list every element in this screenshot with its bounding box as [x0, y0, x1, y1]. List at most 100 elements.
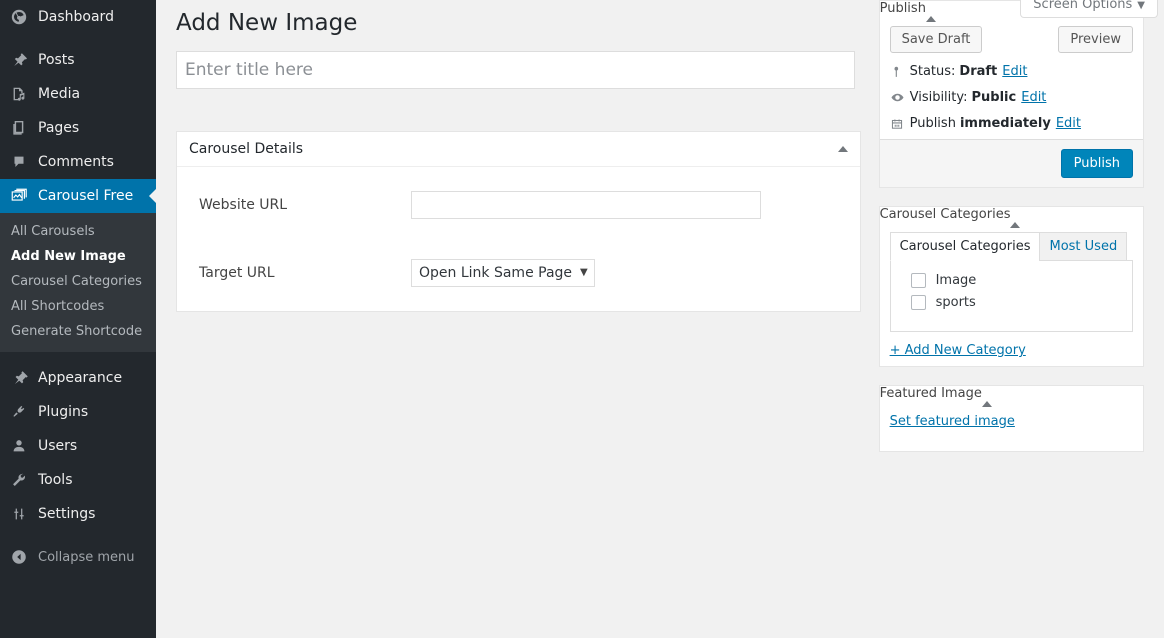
publish-actions-row: Save Draft Preview	[890, 26, 1133, 53]
sidebar-item-comments[interactable]: Comments	[0, 145, 156, 179]
target-url-select[interactable]: Open Link Same Page ▼	[411, 259, 595, 287]
target-url-label: Target URL	[189, 265, 411, 281]
media-icon	[9, 84, 29, 104]
save-draft-button[interactable]: Save Draft	[890, 26, 983, 53]
toggle-up-icon[interactable]	[1010, 207, 1020, 228]
post-title-input[interactable]	[176, 51, 855, 89]
sidebar-item-dashboard[interactable]: Dashboard	[0, 0, 156, 34]
screen-options-button[interactable]: Screen Options ▼	[1020, 0, 1158, 18]
visibility-row: Visibility: Public Edit	[890, 90, 1133, 105]
status-label: Status:	[910, 64, 956, 79]
status-edit-link[interactable]: Edit	[1002, 64, 1027, 79]
submenu-item-carousel-categories[interactable]: Carousel Categories	[0, 269, 156, 294]
set-featured-image-link[interactable]: Set featured image	[890, 414, 1015, 429]
sidebar-item-label: Plugins	[38, 404, 88, 420]
publish-date-label: Publish	[910, 116, 956, 131]
publish-date-value: immediately	[960, 116, 1051, 131]
category-checklist-panel: Image sports	[890, 260, 1133, 332]
main-column: Add New Image Carousel Details Website U…	[176, 0, 861, 470]
sidebar-item-plugins[interactable]: Plugins	[0, 395, 156, 429]
content-area: Screen Options ▼ Add New Image Carousel D…	[156, 0, 1164, 638]
carousel-submenu: All Carousels Add New Image Carousel Cat…	[0, 213, 156, 352]
preview-button[interactable]: Preview	[1058, 26, 1133, 53]
category-checkbox-image[interactable]	[911, 273, 926, 288]
side-column: Publish Save Draft Preview Status:	[879, 0, 1144, 470]
tab-most-used[interactable]: Most Used	[1039, 232, 1127, 261]
sidebar-item-carousel-free[interactable]: Carousel Free	[0, 179, 156, 213]
screen-options-label: Screen Options	[1033, 0, 1132, 12]
status-row: Status: Draft Edit	[890, 64, 1133, 79]
category-label: Image	[936, 273, 977, 288]
category-label: sports	[936, 295, 976, 310]
settings-icon	[9, 504, 29, 524]
toggle-up-icon[interactable]	[926, 1, 936, 22]
toggle-up-icon[interactable]	[982, 386, 992, 407]
admin-page: Dashboard Posts Media Pages Commen	[0, 0, 1164, 638]
visibility-value: Public	[972, 90, 1017, 105]
sidebar-item-settings[interactable]: Settings	[0, 497, 156, 531]
submenu-item-all-shortcodes[interactable]: All Shortcodes	[0, 294, 156, 319]
website-url-label: Website URL	[189, 197, 411, 213]
publish-date-edit-link[interactable]: Edit	[1056, 116, 1081, 131]
featured-image-header[interactable]: Featured Image	[880, 386, 1143, 401]
sidebar-item-pages[interactable]: Pages	[0, 111, 156, 145]
eye-icon	[890, 90, 910, 105]
submenu-item-all-carousels[interactable]: All Carousels	[0, 219, 156, 244]
sidebar-item-appearance[interactable]: Appearance	[0, 361, 156, 395]
sidebar-item-label: Tools	[38, 472, 73, 488]
calendar-icon	[890, 117, 910, 131]
website-url-input[interactable]	[411, 191, 761, 219]
carousel-icon	[9, 186, 29, 206]
target-url-row: Target URL Open Link Same Page ▼	[189, 259, 848, 287]
page-title: Add New Image	[176, 0, 861, 51]
list-item[interactable]: sports	[901, 295, 1122, 310]
carousel-details-body: Website URL Target URL Open Link Same Pa…	[177, 167, 860, 311]
appearance-icon	[9, 368, 29, 388]
sidebar-item-media[interactable]: Media	[0, 77, 156, 111]
tab-all-categories[interactable]: Carousel Categories	[890, 232, 1041, 261]
sidebar-item-label: Pages	[38, 120, 79, 136]
add-new-category-row: + Add New Category	[890, 343, 1133, 358]
carousel-categories-heading: Carousel Categories	[880, 207, 1011, 222]
sidebar-item-posts[interactable]: Posts	[0, 43, 156, 77]
chevron-down-icon: ▼	[1137, 0, 1145, 11]
dashboard-icon	[9, 7, 29, 27]
sidebar-item-label: Users	[38, 438, 77, 454]
sidebar-item-label: Comments	[38, 154, 114, 170]
sidebar-item-tools[interactable]: Tools	[0, 463, 156, 497]
website-url-row: Website URL	[189, 191, 848, 219]
sidebar-item-label: Appearance	[38, 370, 122, 386]
carousel-categories-metabox: Carousel Categories Carousel Categories …	[879, 206, 1144, 367]
sidebar-item-users[interactable]: Users	[0, 429, 156, 463]
carousel-details-header[interactable]: Carousel Details	[177, 132, 860, 167]
chevron-down-icon: ▼	[580, 267, 588, 278]
toggle-up-icon[interactable]	[838, 146, 848, 152]
pages-icon	[9, 118, 29, 138]
comments-icon	[9, 152, 29, 172]
collapse-menu-button[interactable]: Collapse menu	[0, 540, 156, 574]
plugins-icon	[9, 402, 29, 422]
pin-icon	[9, 50, 29, 70]
carousel-categories-body: Carousel Categories Most Used Image spor…	[880, 222, 1143, 366]
menu-separator	[0, 352, 156, 361]
sidebar-item-label: Dashboard	[38, 9, 114, 25]
pin-status-icon	[890, 65, 910, 79]
status-value: Draft	[959, 64, 997, 79]
publish-button[interactable]: Publish	[1061, 149, 1133, 178]
carousel-details-heading: Carousel Details	[189, 141, 303, 157]
target-url-selected-value: Open Link Same Page	[419, 265, 572, 281]
submenu-item-add-new-image[interactable]: Add New Image	[0, 244, 156, 269]
visibility-label: Visibility:	[910, 90, 968, 105]
list-item[interactable]: Image	[901, 273, 1122, 288]
category-tabs: Carousel Categories Most Used	[890, 232, 1133, 261]
carousel-categories-header[interactable]: Carousel Categories	[880, 207, 1143, 222]
content-columns: Add New Image Carousel Details Website U…	[156, 0, 1164, 470]
category-checkbox-sports[interactable]	[911, 295, 926, 310]
sidebar-item-label: Media	[38, 86, 80, 102]
publish-body: Save Draft Preview Status: Draft Edit	[880, 16, 1143, 139]
add-new-category-link[interactable]: + Add New Category	[890, 343, 1026, 358]
collapse-menu-label: Collapse menu	[38, 550, 135, 565]
carousel-details-metabox: Carousel Details Website URL Target URL	[176, 131, 861, 312]
visibility-edit-link[interactable]: Edit	[1021, 90, 1046, 105]
submenu-item-generate-shortcode[interactable]: Generate Shortcode	[0, 319, 156, 344]
